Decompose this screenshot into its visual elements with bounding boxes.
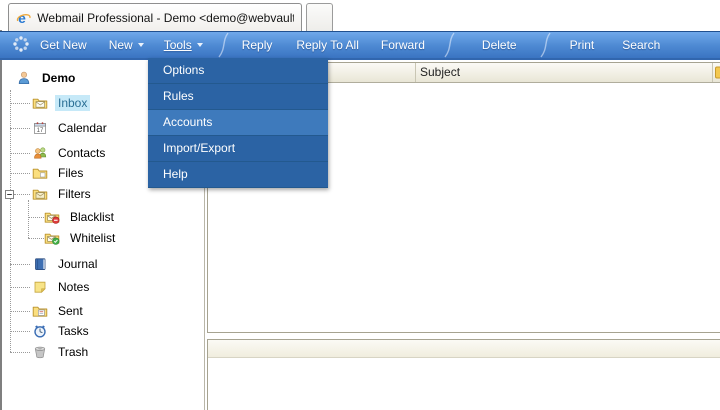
menu-item-help[interactable]: Help	[148, 162, 328, 188]
notes-icon	[32, 279, 48, 295]
menu-item-accounts[interactable]: Accounts	[148, 110, 328, 136]
collapse-expander-icon[interactable]	[5, 190, 14, 199]
tasks-icon	[32, 323, 48, 339]
tree-line	[10, 153, 30, 154]
tree-line	[28, 238, 44, 239]
trash-icon	[32, 344, 48, 360]
sent-folder-icon	[32, 303, 48, 319]
journal-icon	[32, 256, 48, 272]
tools-menu: Options Rules Accounts Import/Export Hel…	[148, 58, 328, 188]
sidebar-item-tasks[interactable]: Tasks	[32, 321, 92, 341]
sidebar-item-sent[interactable]: Sent	[32, 301, 86, 321]
tree-line	[28, 200, 29, 238]
toolbar-group-separator	[443, 32, 456, 58]
sidebar-item-notes[interactable]: Notes	[32, 277, 92, 297]
reply-to-all-button[interactable]: Reply To All	[296, 38, 358, 52]
tree-line	[10, 352, 30, 353]
sidebar-item-filters[interactable]: Filters	[32, 184, 94, 204]
sidebar-item-journal[interactable]: Journal	[32, 254, 100, 274]
tree-line	[10, 103, 30, 104]
column-header-flag[interactable]	[713, 63, 720, 82]
tree-line	[10, 264, 30, 265]
sidebar-item-inbox[interactable]: Inbox	[32, 93, 90, 113]
preview-body	[208, 358, 720, 410]
tree-line	[10, 173, 30, 174]
sidebar-item-blacklist[interactable]: Blacklist	[44, 207, 117, 227]
sync-spinner-icon	[12, 35, 30, 56]
svg-text:17: 17	[37, 128, 44, 134]
whitelist-folder-icon	[44, 230, 60, 246]
get-new-button[interactable]: Get New	[40, 38, 87, 52]
sidebar-item-trash[interactable]: Trash	[32, 342, 91, 362]
browser-tab-bar: e Webmail Professional - Demo <demo@webv…	[0, 0, 720, 31]
preview-header	[208, 340, 720, 358]
tree-line	[10, 331, 30, 332]
tree-line	[14, 194, 30, 195]
tree-line	[10, 311, 30, 312]
browser-tab[interactable]: e Webmail Professional - Demo <demo@webv…	[8, 3, 302, 31]
menu-item-import-export[interactable]: Import/Export	[148, 136, 328, 162]
tab-title: Webmail Professional - Demo <demo@webvau…	[37, 11, 294, 25]
filters-folder-icon	[32, 186, 48, 202]
tree-line	[10, 287, 30, 288]
calendar-icon: 17	[32, 120, 48, 136]
files-folder-icon	[32, 165, 48, 181]
preview-pane	[207, 339, 720, 410]
new-button[interactable]: New	[109, 38, 144, 52]
user-icon	[16, 70, 32, 86]
svg-text:e: e	[18, 10, 26, 26]
chevron-down-icon	[197, 43, 203, 47]
new-tab-stub[interactable]	[306, 3, 333, 31]
column-header-subject[interactable]: Subject	[416, 63, 713, 82]
sidebar-item-account[interactable]: Demo	[16, 68, 78, 88]
tools-button[interactable]: Tools	[164, 38, 203, 52]
sidebar-item-calendar[interactable]: 17 Calendar	[32, 118, 110, 138]
menu-item-options[interactable]: Options	[148, 58, 328, 84]
toolbar-group-separator	[539, 32, 552, 58]
contacts-icon	[32, 145, 48, 161]
webmail-window: e Webmail Professional - Demo <demo@webv…	[0, 0, 720, 410]
tree-line	[10, 128, 30, 129]
sidebar-item-files[interactable]: Files	[32, 163, 86, 183]
chevron-down-icon	[138, 43, 144, 47]
flag-column-icon	[715, 66, 720, 80]
sidebar-item-contacts[interactable]: Contacts	[32, 143, 108, 163]
tree-line	[10, 90, 11, 352]
print-button[interactable]: Print	[570, 38, 595, 52]
sidebar-item-whitelist[interactable]: Whitelist	[44, 228, 118, 248]
blacklist-folder-icon	[44, 209, 60, 225]
inbox-folder-icon	[32, 95, 48, 111]
internet-explorer-icon: e	[16, 10, 31, 26]
toolbar-group-separator	[217, 32, 230, 58]
delete-button[interactable]: Delete	[482, 38, 517, 52]
forward-button[interactable]: Forward	[381, 38, 425, 52]
search-button[interactable]: Search	[622, 38, 660, 52]
tree-line	[28, 217, 44, 218]
reply-button[interactable]: Reply	[242, 38, 273, 52]
toolbar: Get New New Tools Reply Reply To All For…	[0, 31, 720, 60]
menu-item-rules[interactable]: Rules	[148, 84, 328, 110]
